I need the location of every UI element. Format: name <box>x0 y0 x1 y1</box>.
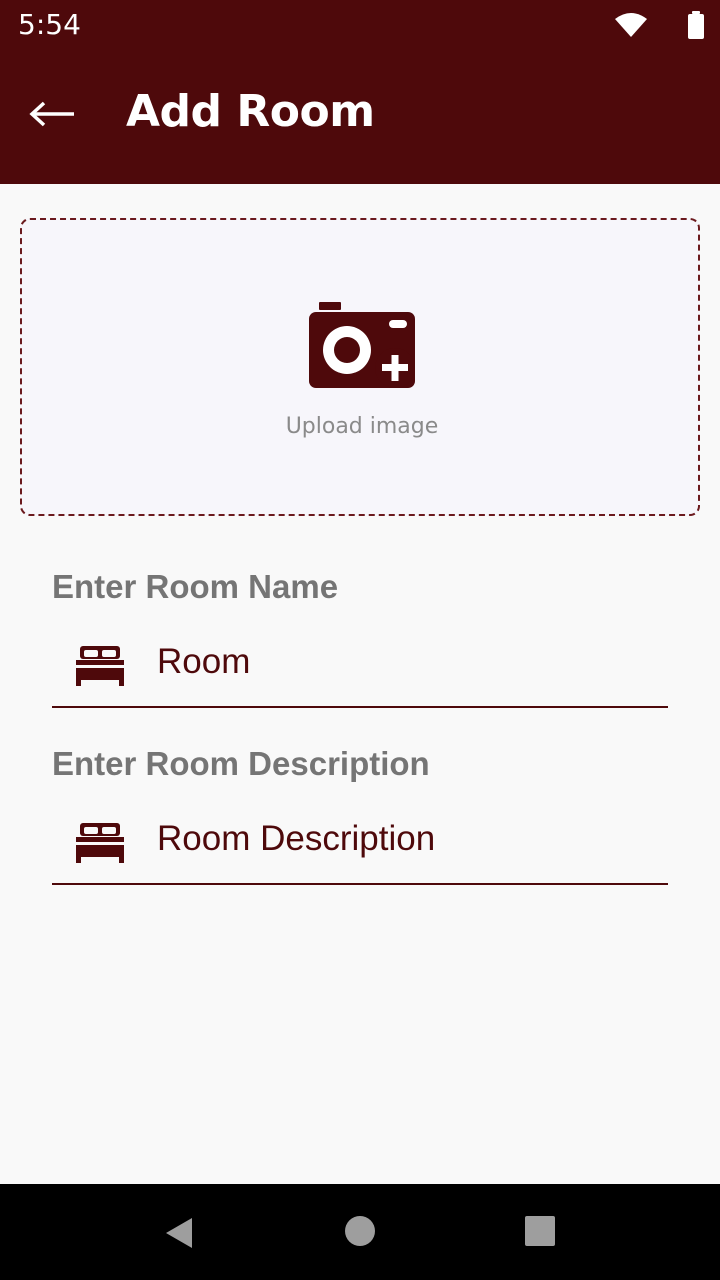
arrow-left-icon <box>29 101 74 127</box>
bed-icon <box>76 646 124 686</box>
battery-icon <box>688 11 704 39</box>
room-description-label: Enter Room Description <box>52 745 430 782</box>
recents-square-icon[interactable] <box>525 1216 555 1246</box>
bed-icon <box>76 823 124 863</box>
back-button[interactable] <box>24 90 80 138</box>
wifi-icon <box>615 13 647 37</box>
upload-image-label: Upload image <box>285 414 439 439</box>
back-triangle-icon[interactable] <box>164 1216 194 1250</box>
room-name-label: Enter Room Name <box>52 568 339 605</box>
room-name-input[interactable]: Room <box>157 642 250 682</box>
app-header: 5:54 Add Room <box>0 0 720 184</box>
page-title: Add Room <box>126 86 375 137</box>
system-nav-bar <box>0 1184 720 1280</box>
home-circle-icon[interactable] <box>345 1216 375 1246</box>
camera-add-icon <box>309 302 415 388</box>
room-description-field[interactable]: Room Description <box>52 799 668 885</box>
status-time: 5:54 <box>18 8 81 41</box>
upload-image-area[interactable]: Upload image <box>20 218 700 516</box>
add-room-screen: 5:54 Add Room Upload image Enter Room Na… <box>0 0 720 1280</box>
room-name-field[interactable]: Room <box>52 622 668 708</box>
room-description-input[interactable]: Room Description <box>157 819 435 859</box>
